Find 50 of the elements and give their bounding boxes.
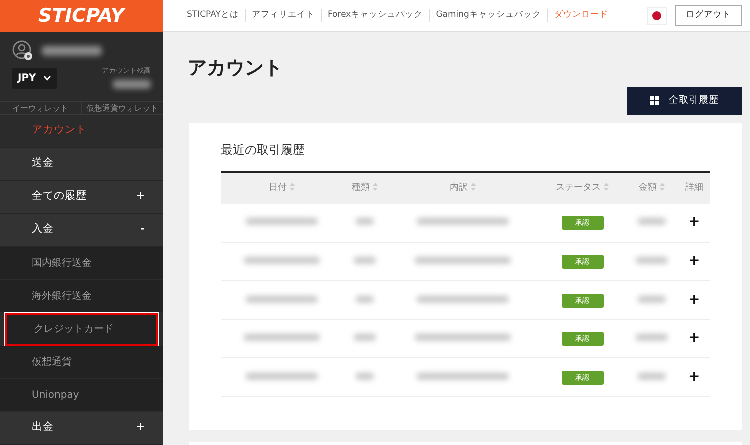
wallet-tab[interactable]: イーウォレット xyxy=(0,102,81,114)
redacted-name xyxy=(42,46,102,56)
logout-button[interactable]: ログアウト xyxy=(675,5,742,26)
expand-icon[interactable]: + xyxy=(688,292,700,308)
nav-link[interactable]: Gamingキャッシュバック xyxy=(429,9,548,22)
redacted-text xyxy=(356,296,374,302)
expand-icon[interactable]: + xyxy=(688,368,700,384)
sidebar-subitem[interactable]: 海外銀行送金 xyxy=(0,280,163,313)
sort-icon xyxy=(660,183,666,192)
column-header: 詳細 xyxy=(678,172,710,204)
expand-icon[interactable]: + xyxy=(688,330,700,346)
sort-icon xyxy=(290,183,295,192)
wallet-tab[interactable]: 仮想通貨ウォレット xyxy=(81,102,163,114)
expand-icon[interactable]: + xyxy=(136,189,145,205)
redacted-text xyxy=(638,372,666,380)
sidebar-subitem[interactable]: 仮想通貨 xyxy=(0,346,163,379)
redacted-balance xyxy=(113,80,151,90)
redacted-text xyxy=(636,257,668,264)
redacted-text xyxy=(354,334,376,341)
redacted-text xyxy=(638,296,666,302)
sort-icon xyxy=(471,183,476,192)
sidebar-item[interactable]: 出金 + xyxy=(0,412,163,445)
redacted-text xyxy=(638,218,666,226)
sidebar-subitem[interactable]: クレジットカード xyxy=(5,313,158,346)
sidebar-item[interactable]: 送金 xyxy=(0,148,163,181)
redacted-text xyxy=(636,334,668,341)
collapse-icon[interactable]: - xyxy=(140,222,145,238)
nav-link[interactable]: アフィリエイト xyxy=(244,9,321,22)
nav-link[interactable]: Forexキャッシュバック xyxy=(320,9,430,22)
chevron-down-icon xyxy=(44,76,52,82)
sort-icon xyxy=(604,183,610,192)
redacted-text xyxy=(356,372,374,380)
redacted-text xyxy=(354,257,376,264)
card-title: 最近の取引履歴 xyxy=(221,142,306,159)
grid-icon xyxy=(650,96,659,106)
flag-icon[interactable] xyxy=(652,10,662,20)
sort-icon xyxy=(372,183,378,192)
sidebar-item[interactable]: 入金 - xyxy=(0,214,163,247)
sidebar-subitem[interactable]: Unionpay xyxy=(0,379,163,412)
expand-icon[interactable]: + xyxy=(688,253,700,269)
expand-icon[interactable]: + xyxy=(688,214,700,230)
avatar-icon[interactable] xyxy=(12,40,34,62)
sidebar-subitem[interactable]: 国内銀行送金 xyxy=(0,247,163,280)
sidebar-item[interactable]: 全ての履歴 + xyxy=(0,181,163,214)
all-history-button[interactable]: 全取引履歴 xyxy=(627,86,742,115)
currency-select[interactable]: JPY xyxy=(12,68,58,90)
page-title: アカウント xyxy=(188,56,284,81)
redacted-text xyxy=(356,218,374,226)
expand-icon[interactable]: + xyxy=(136,420,145,436)
nav-link[interactable]: STICPAYとは xyxy=(187,9,245,22)
